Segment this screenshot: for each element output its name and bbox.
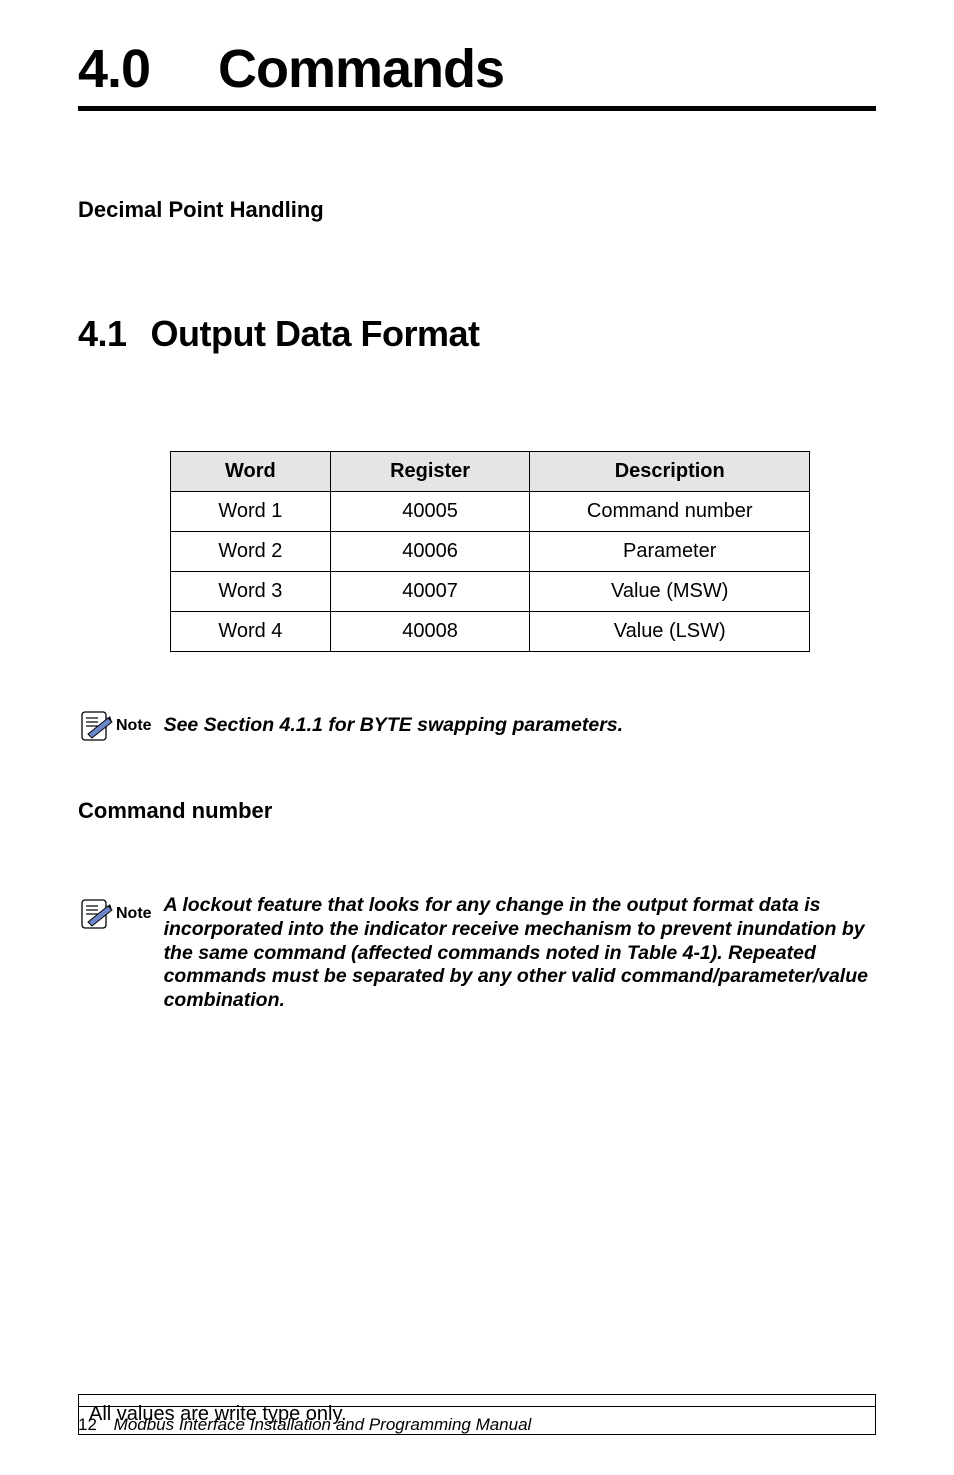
section-title: Output Data Format — [151, 313, 480, 354]
chapter-title: 4.0Commands — [78, 38, 876, 106]
section-number: 4.1 — [78, 313, 127, 354]
note-icon — [78, 896, 114, 932]
table-row: Word 1 40005 Command number — [171, 492, 810, 532]
chapter-number: 4.0 — [78, 38, 218, 100]
cell-register: 40008 — [330, 612, 530, 652]
table-header-row: Word Register Description — [171, 452, 810, 492]
command-number-heading: Command number — [78, 798, 876, 824]
cell-description: Parameter — [530, 532, 810, 572]
page-footer: 12 Modbus Interface Installation and Pro… — [78, 1406, 876, 1435]
cell-register: 40006 — [330, 532, 530, 572]
cell-word: Word 1 — [171, 492, 331, 532]
table-row: Word 2 40006 Parameter — [171, 532, 810, 572]
decimal-point-heading: Decimal Point Handling — [78, 197, 876, 223]
table-row: Word 3 40007 Value (MSW) — [171, 572, 810, 612]
cell-word: Word 4 — [171, 612, 331, 652]
output-data-table: Word Register Description Word 1 40005 C… — [170, 451, 810, 652]
table-row: Word 4 40008 Value (LSW) — [171, 612, 810, 652]
cell-word: Word 2 — [171, 532, 331, 572]
section-heading: 4.1 Output Data Format — [78, 313, 876, 355]
note-text: A lockout feature that looks for any cha… — [164, 894, 874, 1013]
cell-description: Value (MSW) — [530, 572, 810, 612]
note-icon-block: Note — [78, 708, 152, 744]
note-text: See Section 4.1.1 for BYTE swapping para… — [164, 714, 624, 738]
note-label: Note — [116, 717, 152, 735]
note-label: Note — [116, 905, 152, 923]
cell-register: 40007 — [330, 572, 530, 612]
doc-title: Modbus Interface Installation and Progra… — [114, 1415, 532, 1434]
cell-description: Command number — [530, 492, 810, 532]
cell-word: Word 3 — [171, 572, 331, 612]
cell-register: 40005 — [330, 492, 530, 532]
title-rule — [78, 106, 876, 111]
page-number: 12 — [78, 1415, 97, 1435]
cell-description: Value (LSW) — [530, 612, 810, 652]
th-description: Description — [530, 452, 810, 492]
chapter-name: Commands — [218, 39, 504, 99]
output-table-wrap: Word Register Description Word 1 40005 C… — [170, 451, 876, 652]
page: 4.0Commands Decimal Point Handling 4.1 Ou… — [0, 0, 954, 1475]
note-lockout: Note A lockout feature that looks for an… — [78, 894, 876, 1013]
th-register: Register — [330, 452, 530, 492]
note-icon-block: Note — [78, 896, 152, 932]
table-footer-row: All values are write type only. — [171, 652, 810, 653]
th-word: Word — [171, 452, 331, 492]
note-icon — [78, 708, 114, 744]
note-byte-swapping: Note See Section 4.1.1 for BYTE swapping… — [78, 708, 876, 744]
